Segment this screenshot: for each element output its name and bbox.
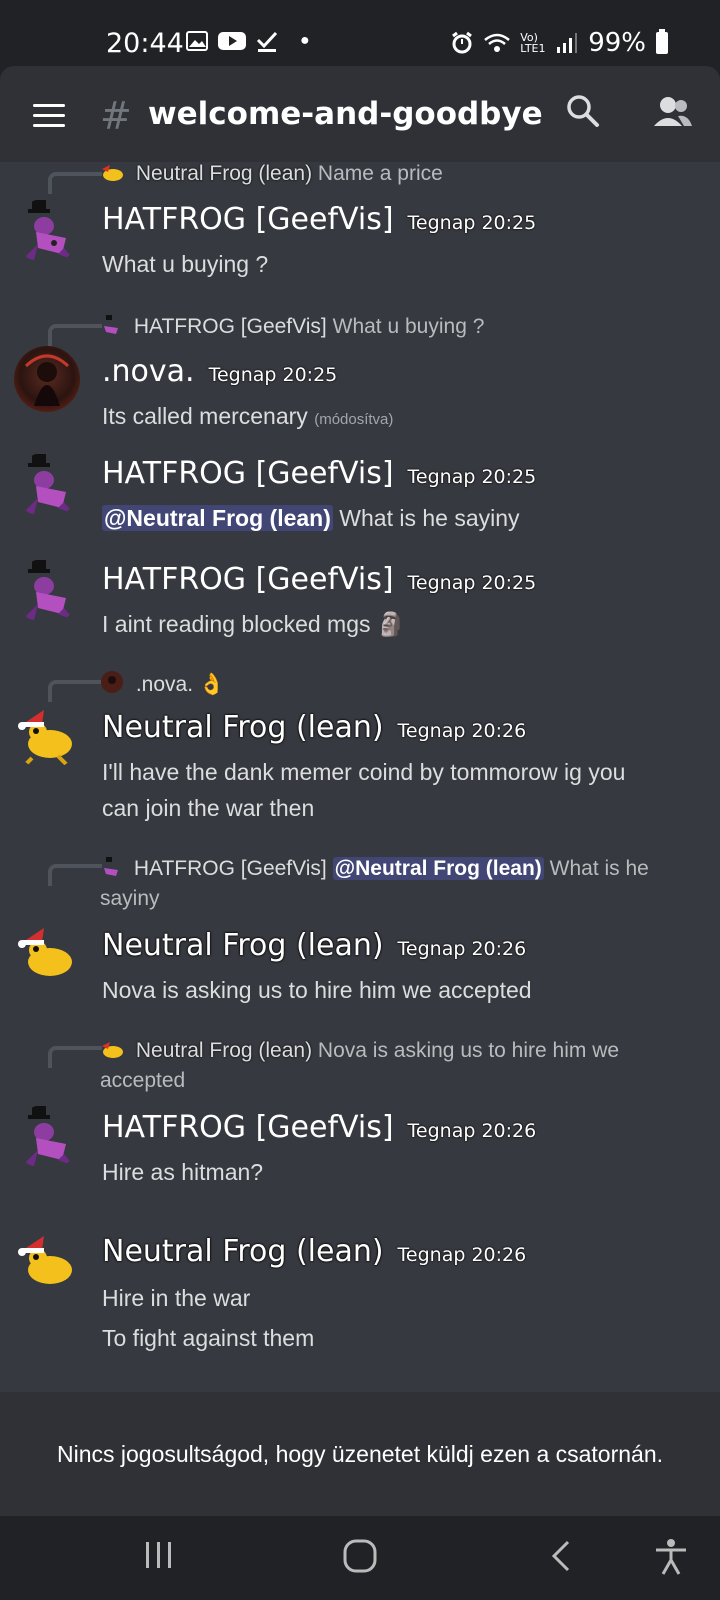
message-list[interactable]: Neutral Frog (lean) Name a price HATFROG…	[0, 162, 720, 1392]
recents-icon[interactable]	[144, 1538, 174, 1572]
no-permission-notice: Nincs jogosultságod, hogy üzenetet küldj…	[0, 1392, 720, 1516]
message-timestamp: Tegnap 20:25	[407, 572, 537, 594]
network-label: Vo) LTE1	[520, 31, 546, 55]
message-content: Hire in the war To fight against them	[102, 1285, 315, 1351]
wifi-icon	[484, 33, 511, 52]
message-content: I'll have the dank memer coind by tommor…	[102, 759, 626, 821]
message-author[interactable]: Neutral Frog (lean) Tegnap 20:26	[102, 1234, 526, 1269]
message-content: Its called mercenary (módosítva)	[102, 403, 394, 429]
message-timestamp: Tegnap 20:25	[407, 466, 537, 488]
home-icon[interactable]	[342, 1538, 378, 1574]
reply-preview[interactable]: HATFROG [GeefVis] @Neutral Frog (lean) W…	[100, 854, 649, 914]
avatar-hatfrog[interactable]	[14, 198, 80, 264]
message-content: @Neutral Frog (lean) What is he sayiny	[102, 505, 520, 531]
channel-title: welcome-and-goodbye	[148, 96, 543, 132]
avatar-neutral-frog[interactable]	[14, 922, 80, 988]
channel-header: # welcome-and-goodbye	[0, 66, 720, 162]
status-notification-icons: ●	[186, 30, 310, 52]
nova-avatar-mini	[101, 671, 123, 693]
accessibility-icon[interactable]	[654, 1538, 688, 1576]
message-timestamp: Tegnap 20:25	[407, 212, 537, 234]
avatar-neutral-frog[interactable]	[14, 704, 80, 770]
message-timestamp: Tegnap 20:26	[407, 1120, 537, 1142]
reply-preview[interactable]: .nova. 👌	[100, 670, 225, 697]
message-timestamp: Tegnap 20:25	[208, 364, 338, 386]
avatar-hatfrog[interactable]	[14, 558, 80, 624]
youtube-icon	[218, 32, 246, 50]
gallery-icon	[186, 31, 208, 51]
message-timestamp: Tegnap 20:26	[397, 938, 527, 960]
message-author[interactable]: HATFROG [GeefVis] Tegnap 20:25	[102, 562, 536, 597]
avatar-nova[interactable]	[14, 346, 80, 412]
message-author[interactable]: HATFROG [GeefVis] Tegnap 20:26	[102, 1110, 536, 1145]
alarm-icon	[452, 31, 473, 54]
avatar-hatfrog[interactable]	[14, 452, 80, 518]
reply-preview[interactable]: Neutral Frog (lean) Nova is asking us to…	[100, 1036, 619, 1096]
edited-label: (módosítva)	[314, 411, 394, 428]
reply-preview[interactable]: Neutral Frog (lean) Name a price	[100, 162, 443, 186]
message-timestamp: Tegnap 20:26	[397, 720, 527, 742]
reply-preview[interactable]: HATFROG [GeefVis] What u buying ?	[100, 314, 484, 339]
avatar-neutral-frog[interactable]	[14, 1230, 80, 1296]
message-author[interactable]: .nova. Tegnap 20:25	[102, 354, 337, 389]
status-system-icons: Vo) LTE1 99%	[450, 28, 668, 58]
user-mention[interactable]: @Neutral Frog (lean)	[102, 505, 333, 531]
message-author[interactable]: HATFROG [GeefVis] Tegnap 20:25	[102, 202, 536, 237]
search-icon[interactable]	[566, 94, 600, 128]
message-content: Hire as hitman?	[102, 1159, 264, 1185]
members-icon[interactable]	[654, 96, 692, 128]
message-content: I aint reading blocked mgs 🗿	[102, 611, 406, 637]
battery-icon	[656, 29, 668, 54]
message-author[interactable]: Neutral Frog (lean) Tegnap 20:26	[102, 710, 526, 745]
message-author[interactable]: Neutral Frog (lean) Tegnap 20:26	[102, 928, 526, 963]
hatfrog-avatar-mini	[104, 857, 118, 876]
menu-icon[interactable]	[33, 104, 65, 127]
message-content: What u buying ?	[102, 251, 269, 277]
signal-icon	[557, 33, 578, 53]
status-time: 20:44	[106, 28, 184, 59]
back-icon[interactable]	[548, 1538, 572, 1574]
message-author[interactable]: HATFROG [GeefVis] Tegnap 20:25	[102, 456, 536, 491]
message-timestamp: Tegnap 20:26	[397, 1244, 527, 1266]
system-nav-bar	[0, 1516, 720, 1600]
frog-avatar-mini	[102, 165, 123, 181]
hatfrog-avatar-mini	[104, 315, 118, 334]
check-icon	[256, 31, 278, 52]
channel-hash-icon: #	[100, 94, 132, 138]
message-content: Nova is asking us to hire him we accepte…	[102, 977, 532, 1003]
frog-avatar-mini	[102, 1042, 123, 1058]
user-mention[interactable]: @Neutral Frog (lean)	[332, 857, 544, 880]
avatar-hatfrog[interactable]	[14, 1104, 80, 1170]
status-bar: 20:44 ● Vo) LTE1 99%	[0, 0, 720, 66]
battery-percent: 99%	[588, 28, 646, 58]
dot-icon: ●	[300, 32, 310, 49]
